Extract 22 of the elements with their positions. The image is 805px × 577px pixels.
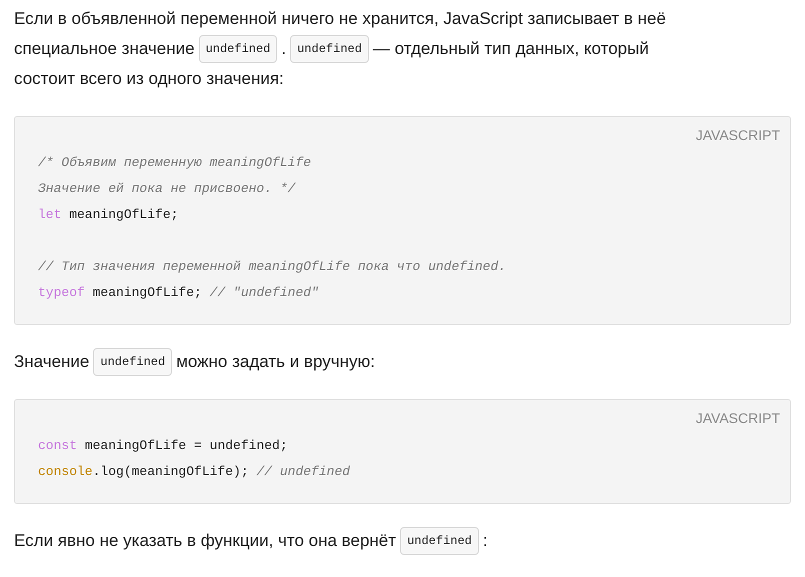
inline-code: undefined	[93, 348, 172, 376]
inline-code: undefined	[198, 35, 278, 63]
code-line: /* Объявим переменную meaningOfLife	[38, 154, 312, 172]
body-text: Значение	[14, 351, 90, 373]
body-text: :	[482, 530, 488, 552]
code-line: // Тип значения переменной meaningOfLife пока что undefined.	[38, 258, 506, 276]
body-text: можно задать и вручную:	[176, 351, 375, 373]
language-label: JAVASCRIPT	[696, 126, 780, 145]
code-line: const meaningOfLife = undefined;	[38, 437, 288, 455]
code-line: typeof meaningOfLife; // "undefined"	[38, 284, 319, 302]
body-text: Если явно не указать в функции, что она вернёт	[14, 530, 396, 552]
code-line: console.log(meaningOfLife); // undefined	[38, 463, 350, 481]
inline-code: undefined	[400, 527, 479, 555]
body-text: Если в объявленной переменной ничего не хранится, JavaScript записывает в неё	[14, 8, 666, 30]
inline-code: undefined	[290, 35, 369, 63]
body-text: состоит всего из одного значения:	[14, 68, 284, 90]
body-text: специальное значение	[14, 38, 195, 60]
body-text: .	[281, 38, 286, 60]
body-text: — отдельный тип данных, который	[372, 38, 649, 60]
language-label: JAVASCRIPT	[696, 409, 780, 428]
code-line: Значение ей пока не присвоено. */	[38, 180, 296, 198]
code-line: let meaningOfLife;	[38, 206, 178, 224]
